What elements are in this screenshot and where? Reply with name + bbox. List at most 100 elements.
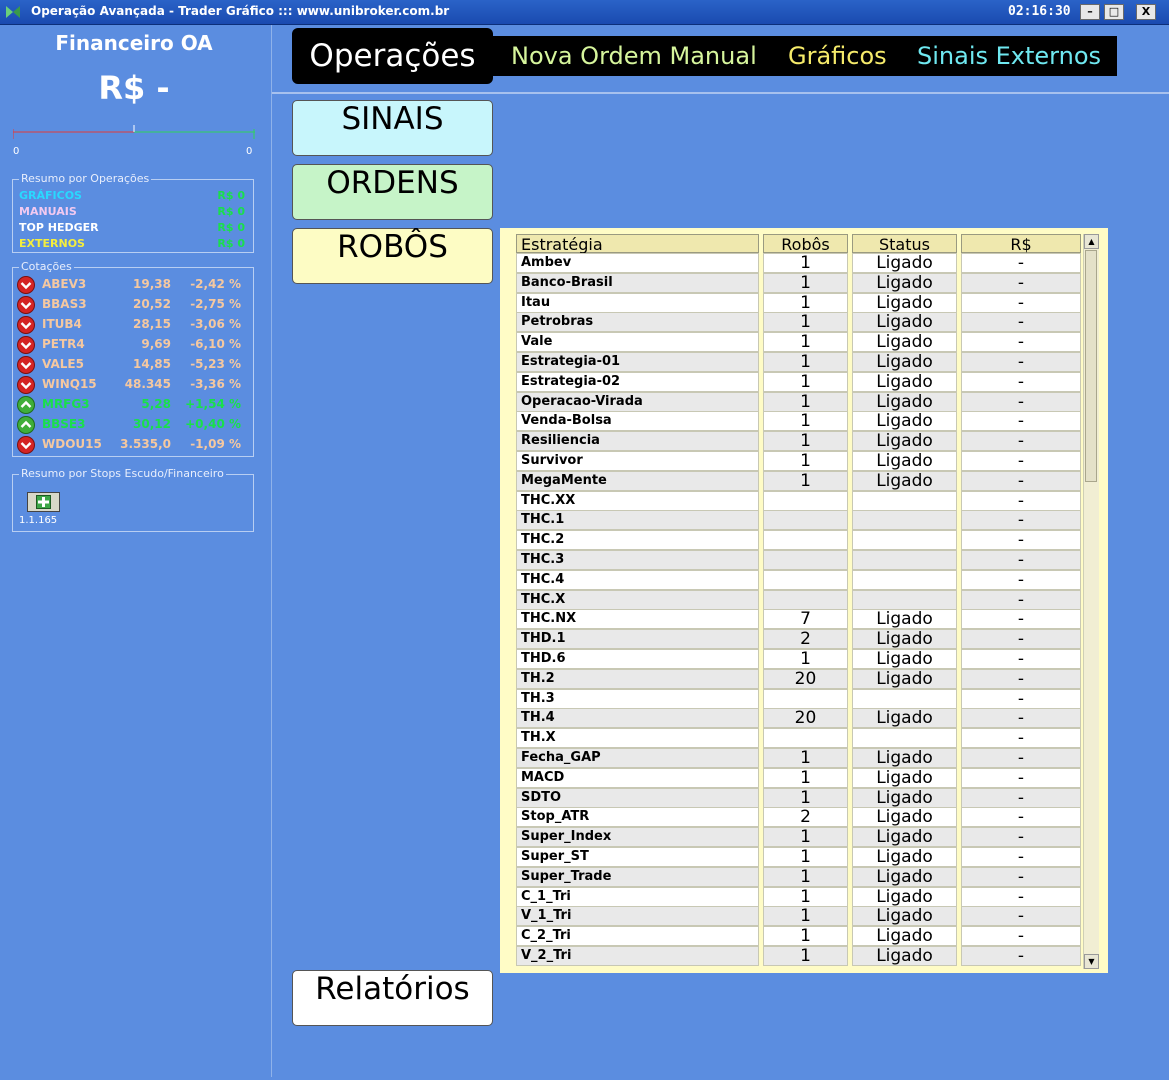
cell-estrategia[interactable]: MegaMente: [516, 470, 759, 491]
cell-robos[interactable]: 1: [763, 906, 848, 927]
cell-valor[interactable]: -: [961, 827, 1081, 848]
cell-estrategia[interactable]: Estrategia-02: [516, 371, 759, 392]
cell-estrategia[interactable]: TH.X: [516, 728, 759, 749]
ordens-button[interactable]: ORDENS: [292, 164, 493, 220]
cell-estrategia[interactable]: THC.NX: [516, 609, 759, 630]
cell-valor[interactable]: -: [961, 748, 1081, 768]
cell-robos[interactable]: 1: [763, 886, 848, 907]
quote-row[interactable]: ABEV3 19,38 -2,42 %: [17, 275, 249, 295]
cell-estrategia[interactable]: THC.2: [516, 530, 759, 551]
cell-status[interactable]: Ligado: [852, 827, 957, 848]
table-row[interactable]: V_2_Tri 1 Ligado -: [516, 946, 1081, 966]
cell-robos[interactable]: 1: [763, 253, 848, 273]
cell-estrategia[interactable]: TH.2: [516, 668, 759, 689]
cell-estrategia[interactable]: Vale: [516, 332, 759, 353]
table-row[interactable]: THC.X -: [516, 589, 1081, 610]
cell-status[interactable]: [852, 530, 957, 551]
table-row[interactable]: MegaMente 1 Ligado -: [516, 470, 1081, 491]
cell-robos[interactable]: 1: [763, 748, 848, 768]
cell-estrategia[interactable]: C_2_Tri: [516, 926, 759, 947]
cell-estrategia[interactable]: THC.4: [516, 569, 759, 590]
cell-valor[interactable]: -: [961, 688, 1081, 709]
cell-robos[interactable]: 1: [763, 866, 848, 887]
table-row[interactable]: V_1_Tri 1 Ligado -: [516, 906, 1081, 927]
scroll-thumb[interactable]: [1085, 250, 1097, 482]
cell-robos[interactable]: 1: [763, 371, 848, 392]
cell-robos[interactable]: 1: [763, 767, 848, 788]
cell-valor[interactable]: -: [961, 253, 1081, 273]
table-row[interactable]: Petrobras 1 Ligado -: [516, 312, 1081, 333]
cell-robos[interactable]: 1: [763, 312, 848, 333]
scroll-down-arrow-icon[interactable]: ▼: [1084, 954, 1099, 969]
cell-estrategia[interactable]: Fecha_GAP: [516, 748, 759, 768]
table-scrollbar[interactable]: ▲ ▼: [1083, 234, 1099, 969]
quote-row[interactable]: BBSE3 30,12 +0,40 %: [17, 415, 249, 435]
cell-estrategia[interactable]: Banco-Brasil: [516, 272, 759, 293]
cell-valor[interactable]: -: [961, 292, 1081, 313]
cell-robos[interactable]: 1: [763, 332, 848, 353]
cell-valor[interactable]: -: [961, 451, 1081, 471]
cell-robos[interactable]: 1: [763, 411, 848, 432]
cell-status[interactable]: Ligado: [852, 946, 957, 966]
cell-status[interactable]: Ligado: [852, 312, 957, 333]
cell-estrategia[interactable]: Petrobras: [516, 312, 759, 333]
header-robos[interactable]: Robôs: [763, 234, 848, 254]
table-row[interactable]: TH.4 20 Ligado -: [516, 708, 1081, 729]
quote-row[interactable]: MRFG3 5,28 +1,54 %: [17, 395, 249, 415]
cell-valor[interactable]: -: [961, 906, 1081, 927]
cell-robos[interactable]: 2: [763, 807, 848, 828]
cell-robos[interactable]: [763, 688, 848, 709]
quote-row[interactable]: PETR4 9,69 -6,10 %: [17, 335, 249, 355]
cell-valor[interactable]: -: [961, 787, 1081, 808]
cell-valor[interactable]: -: [961, 807, 1081, 828]
table-row[interactable]: MACD 1 Ligado -: [516, 767, 1081, 788]
cell-valor[interactable]: -: [961, 569, 1081, 590]
cell-estrategia[interactable]: THD.6: [516, 649, 759, 669]
cell-robos[interactable]: 1: [763, 431, 848, 452]
cell-status[interactable]: Ligado: [852, 926, 957, 947]
cell-estrategia[interactable]: Survivor: [516, 451, 759, 471]
table-row[interactable]: Survivor 1 Ligado -: [516, 451, 1081, 471]
cell-estrategia[interactable]: TH.3: [516, 688, 759, 709]
cell-status[interactable]: Ligado: [852, 371, 957, 392]
cell-valor[interactable]: -: [961, 352, 1081, 372]
quote-row[interactable]: WINQ15 48.345 -3,36 %: [17, 375, 249, 395]
cell-status[interactable]: [852, 688, 957, 709]
header-valor[interactable]: R$: [961, 234, 1081, 254]
cell-status[interactable]: Ligado: [852, 668, 957, 689]
table-row[interactable]: C_1_Tri 1 Ligado -: [516, 886, 1081, 907]
cell-valor[interactable]: -: [961, 668, 1081, 689]
tab-operacoes[interactable]: Operações: [292, 28, 493, 84]
cell-estrategia[interactable]: THC.XX: [516, 490, 759, 511]
cell-robos[interactable]: 1: [763, 352, 848, 372]
cell-valor[interactable]: -: [961, 708, 1081, 729]
table-row[interactable]: Estrategia-01 1 Ligado -: [516, 352, 1081, 372]
cell-robos[interactable]: 1: [763, 391, 848, 412]
table-row[interactable]: TH.2 20 Ligado -: [516, 668, 1081, 689]
table-row[interactable]: Venda-Bolsa 1 Ligado -: [516, 411, 1081, 432]
table-row[interactable]: Ambev 1 Ligado -: [516, 253, 1081, 273]
cell-estrategia[interactable]: C_1_Tri: [516, 886, 759, 907]
add-stop-button[interactable]: [27, 492, 60, 512]
cell-status[interactable]: Ligado: [852, 866, 957, 887]
cell-robos[interactable]: [763, 510, 848, 531]
table-row[interactable]: THD.1 2 Ligado -: [516, 629, 1081, 650]
cell-status[interactable]: Ligado: [852, 272, 957, 293]
cell-estrategia[interactable]: Stop_ATR: [516, 807, 759, 828]
cell-status[interactable]: Ligado: [852, 886, 957, 907]
cell-robos[interactable]: [763, 728, 848, 749]
cell-status[interactable]: Ligado: [852, 847, 957, 867]
cell-status[interactable]: Ligado: [852, 391, 957, 412]
cell-valor[interactable]: -: [961, 649, 1081, 669]
table-row[interactable]: Resiliencia 1 Ligado -: [516, 431, 1081, 452]
cell-status[interactable]: Ligado: [852, 708, 957, 729]
table-row[interactable]: THC.XX -: [516, 490, 1081, 511]
cell-valor[interactable]: -: [961, 728, 1081, 749]
cell-valor[interactable]: -: [961, 431, 1081, 452]
title-bar[interactable]: Operação Avançada - Trader Gráfico ::: w…: [0, 0, 1169, 25]
cell-estrategia[interactable]: Estrategia-01: [516, 352, 759, 372]
quote-row[interactable]: WDOU15 3.535,0 -1,09 %: [17, 435, 249, 455]
cell-estrategia[interactable]: V_2_Tri: [516, 946, 759, 966]
cell-status[interactable]: [852, 550, 957, 570]
cell-robos[interactable]: 2: [763, 629, 848, 650]
